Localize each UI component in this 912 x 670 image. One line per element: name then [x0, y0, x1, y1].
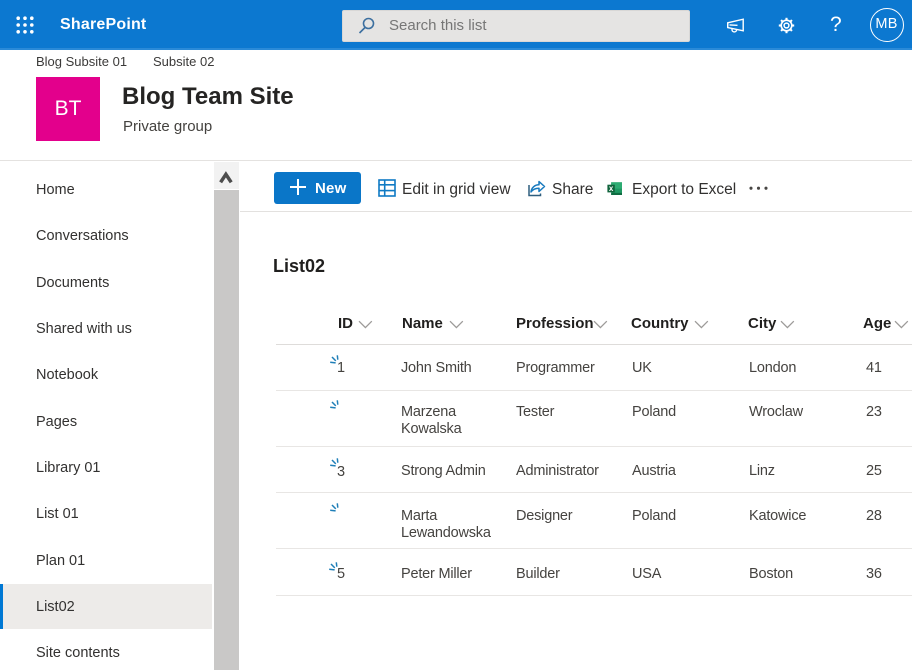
svg-text:x: x: [609, 184, 614, 193]
